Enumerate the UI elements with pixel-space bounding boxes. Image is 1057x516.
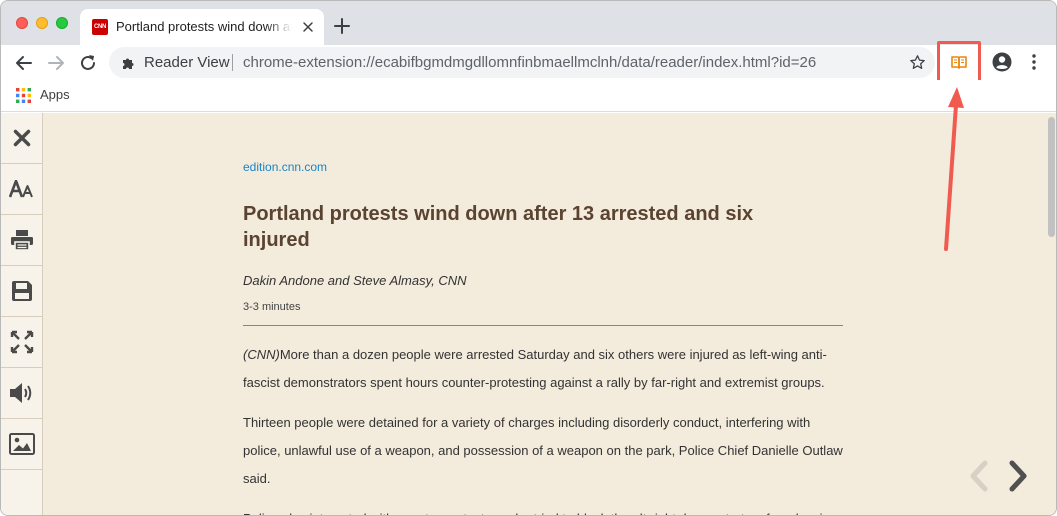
browser-menu-icon[interactable] <box>1029 53 1039 71</box>
back-button[interactable] <box>13 52 35 74</box>
print-button[interactable] <box>1 215 42 266</box>
font-size-button[interactable] <box>1 164 42 215</box>
reader-sidebar <box>1 113 43 515</box>
profile-avatar-icon[interactable] <box>992 52 1012 72</box>
article-byline: Dakin Andone and Steve Almasy, CNN <box>243 273 467 288</box>
article-paragraph: (CNN)More than a dozen people were arres… <box>243 341 843 397</box>
omnibox-separator <box>232 54 233 71</box>
article-headline: Portland protests wind down after 13 arr… <box>243 203 754 251</box>
reading-time: 3-3 minutes <box>243 301 301 313</box>
reload-button[interactable] <box>77 52 99 74</box>
reader-view-extension-button[interactable] <box>937 41 981 84</box>
address-bar[interactable]: Reader View chrome-extension://ecabifbgm… <box>109 47 935 78</box>
cnn-favicon-icon: CNN <box>92 19 108 35</box>
tab-title: Portland protests wind down after 13 arr… <box>116 19 292 34</box>
scrollbar-thumb[interactable] <box>1048 117 1055 237</box>
bookmark-star-icon[interactable] <box>909 54 926 71</box>
open-book-icon <box>951 56 967 69</box>
omnibox-page-label: Reader View <box>144 54 230 71</box>
bookmarks-bar: Apps <box>1 80 1056 112</box>
article-divider <box>243 325 843 326</box>
reader-view-page: edition.cnn.com Portland protests wind d… <box>1 113 1056 515</box>
article-paragraph: Police also interacted with counter-prot… <box>243 505 843 515</box>
tab-active[interactable]: CNN Portland protests wind down after 13… <box>80 9 324 45</box>
fullscreen-icon <box>10 330 33 354</box>
tab-strip: CNN Portland protests wind down after 13… <box>1 1 1056 45</box>
window-close-button[interactable] <box>16 17 28 29</box>
browser-toolbar: Reader View chrome-extension://ecabifbgm… <box>1 45 1056 80</box>
paragraph-text: More than a dozen people were arrested S… <box>243 347 827 390</box>
browser-window: CNN Portland protests wind down after 13… <box>0 0 1057 516</box>
print-icon <box>10 230 33 251</box>
window-minimize-button[interactable] <box>36 17 48 29</box>
font-size-icon <box>8 180 33 198</box>
forward-button[interactable] <box>45 52 67 74</box>
close-reader-button[interactable] <box>1 113 42 164</box>
window-maximize-button[interactable] <box>56 17 68 29</box>
new-tab-button[interactable] <box>331 15 353 37</box>
save-icon <box>11 281 32 301</box>
fullscreen-button[interactable] <box>1 317 42 368</box>
source-label: (CNN) <box>243 347 280 362</box>
url-text[interactable]: chrome-extension://ecabifbgmdmgdllomnfin… <box>243 55 816 71</box>
puzzle-extension-icon <box>123 58 134 69</box>
image-icon <box>8 433 35 455</box>
text-to-speech-button[interactable] <box>1 368 42 419</box>
tab-close-icon[interactable] <box>302 21 314 33</box>
next-page-icon[interactable] <box>1006 460 1030 492</box>
previous-page-icon[interactable] <box>967 460 991 492</box>
images-toggle-button[interactable] <box>1 419 42 470</box>
save-button[interactable] <box>1 266 42 317</box>
apps-grid-icon[interactable] <box>16 88 31 103</box>
close-icon <box>13 129 30 147</box>
apps-bookmark[interactable]: Apps <box>40 88 70 102</box>
speaker-icon <box>9 383 31 403</box>
article-source-link[interactable]: edition.cnn.com <box>243 160 327 174</box>
article-paragraph: Thirteen people were detained for a vari… <box>243 415 843 486</box>
